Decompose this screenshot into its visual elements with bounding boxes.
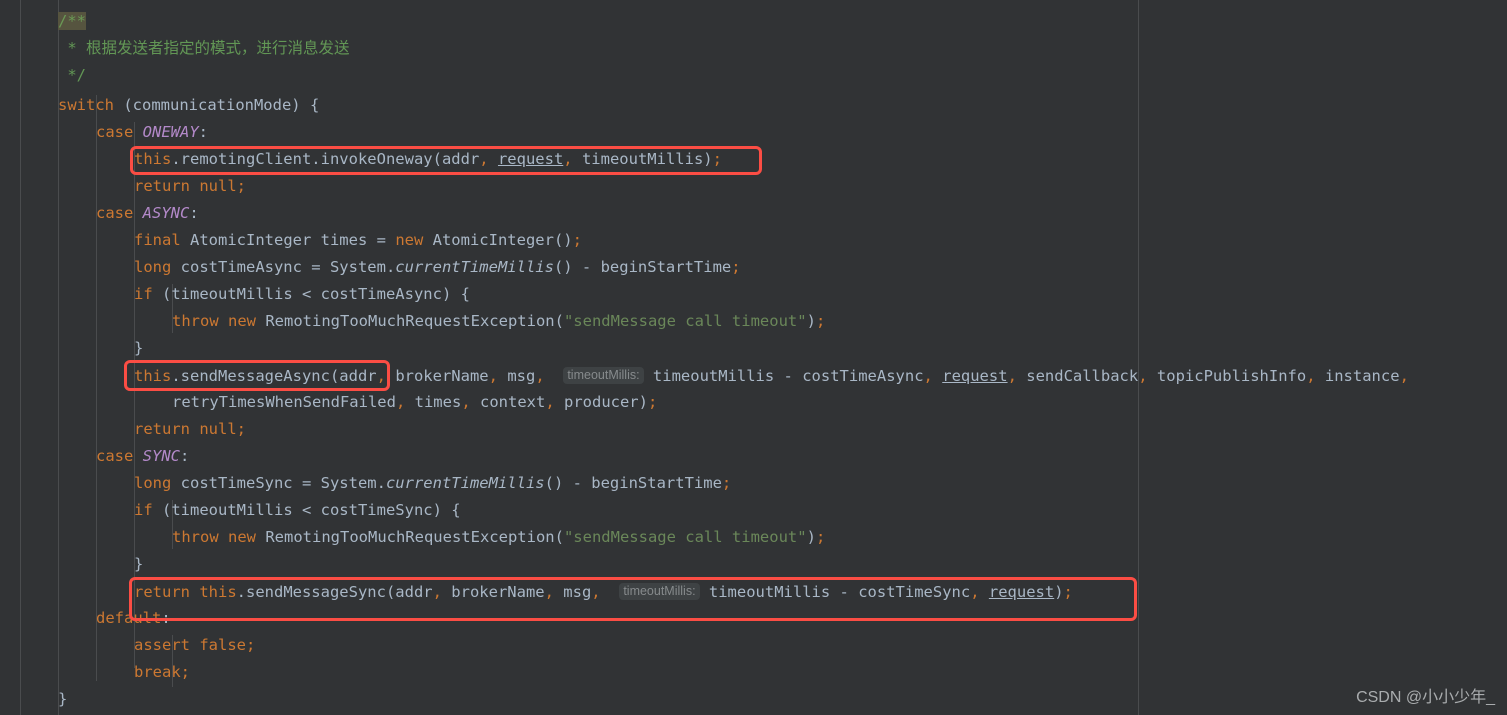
code-line-4: switch (communicationMode) { bbox=[58, 96, 320, 114]
code-line-19: if (timeoutMillis < costTimeSync) { bbox=[134, 501, 461, 519]
code-line-1: /** bbox=[58, 8, 86, 35]
code-line-8: case ASYNC: bbox=[96, 204, 199, 222]
code-line-7: return null; bbox=[134, 177, 246, 195]
inlay-hint-timeout-millis-async[interactable]: timeoutMillis: bbox=[563, 367, 644, 384]
code-editor[interactable]: /** * 根据发送者指定的模式，进行消息发送 */ switch (commu… bbox=[0, 0, 1507, 715]
code-line-18: long costTimeSync = System.currentTimeMi… bbox=[134, 474, 732, 492]
code-line-15: retryTimesWhenSendFailed, times, context… bbox=[172, 393, 658, 411]
code-line-9: final AtomicInteger times = new AtomicIn… bbox=[134, 231, 582, 249]
code-line-25: break; bbox=[134, 663, 191, 681]
code-line-3: */ bbox=[58, 66, 86, 84]
code-line-5: case ONEWAY: bbox=[96, 123, 209, 141]
code-line-14: this.sendMessageAsync(addr, brokerName, … bbox=[134, 367, 1409, 385]
code-line-13: } bbox=[134, 339, 144, 357]
code-line-16: return null; bbox=[134, 420, 246, 438]
code-line-24: assert false; bbox=[134, 636, 256, 654]
code-line-23: default: bbox=[96, 609, 171, 627]
code-line-22: return this.sendMessageSync(addr, broker… bbox=[134, 583, 1073, 601]
code-line-10: long costTimeAsync = System.currentTimeM… bbox=[134, 258, 741, 276]
source-code[interactable]: /** * 根据发送者指定的模式，进行消息发送 */ switch (commu… bbox=[0, 0, 1507, 715]
inlay-hint-timeout-millis-sync[interactable]: timeoutMillis: bbox=[619, 583, 700, 600]
code-line-12: throw new RemotingTooMuchRequestExceptio… bbox=[172, 312, 826, 330]
highlighted-comment-token: /** bbox=[58, 12, 86, 30]
code-line-2: * 根据发送者指定的模式，进行消息发送 bbox=[58, 39, 350, 57]
code-line-6: this.remotingClient.invokeOneway(addr, r… bbox=[134, 150, 722, 168]
code-line-26: } bbox=[58, 690, 68, 708]
code-line-17: case SYNC: bbox=[96, 447, 190, 465]
code-line-21: } bbox=[134, 555, 144, 573]
code-line-11: if (timeoutMillis < costTimeAsync) { bbox=[134, 285, 470, 303]
code-line-20: throw new RemotingTooMuchRequestExceptio… bbox=[172, 528, 826, 546]
csdn-watermark: CSDN @小小少年_ bbox=[1356, 689, 1495, 706]
